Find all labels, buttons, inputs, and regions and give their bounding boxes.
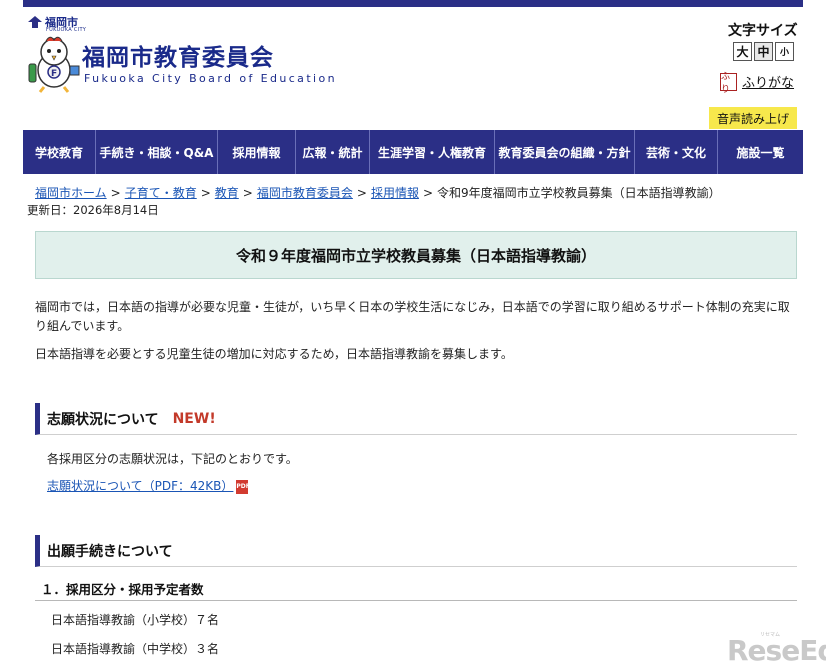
font-size-large-button[interactable]: 大 [733, 42, 752, 61]
breadcrumb-link-childcare[interactable]: 子育て・教育 [125, 186, 197, 200]
breadcrumb-link-home[interactable]: 福岡市ホーム [35, 186, 107, 200]
nav-item-pr-statistics[interactable]: 広報・統計 [296, 130, 370, 174]
furigana-icon: ふり [720, 72, 737, 95]
new-badge: NEW! [172, 410, 216, 427]
font-size-label: 文字サイズ [728, 23, 798, 39]
nav-item-procedures[interactable]: 手続き・相談・Q&A [96, 130, 218, 174]
status-description: 各採用区分の志願状況は，下記のとおりです。 [47, 452, 298, 466]
furigana-label: ふりがな [742, 76, 795, 91]
page-title: 令和９年度福岡市立学校教員募集（日本語指導教諭） [35, 231, 797, 279]
breadcrumb-separator: > [242, 186, 253, 200]
furigana-toggle[interactable]: ふり ふりがな [720, 72, 795, 95]
breadcrumb-separator: > [200, 186, 211, 200]
watermark-logo: ReseEd [727, 634, 826, 667]
section-heading-application-procedures: 出願手続きについて [35, 535, 797, 567]
breadcrumb-current: 令和9年度福岡市立学校教員募集（日本語指導教諭） [437, 186, 721, 200]
font-size-small-button[interactable]: 小 [775, 42, 794, 61]
section-heading-application-status: 志願状況について NEW! [35, 403, 797, 435]
svg-text:F: F [51, 69, 57, 79]
pdf-icon: PDF [236, 479, 250, 494]
nav-item-board-organization[interactable]: 教育委員会の組織・方針 [495, 130, 635, 174]
updated-date: 更新日：2026年8月14日 [27, 203, 159, 217]
org-subtitle: Fukuoka City Board of Education [84, 72, 337, 85]
status-pdf-link[interactable]: 志願状況について（PDF：42KB） [47, 479, 233, 493]
breadcrumb-separator: > [356, 186, 367, 200]
subheading-recruitment-category: １．採用区分・採用予定者数 [35, 577, 797, 601]
intro-paragraph-1: 福岡市では，日本語の指導が必要な児童・生徒が，いち早く日本の学校生活になじみ，日… [35, 300, 790, 333]
global-nav: 学校教育 手続き・相談・Q&A 採用情報 広報・統計 生涯学習・人権教育 教育委… [23, 130, 803, 174]
city-emblem-icon [28, 16, 42, 28]
breadcrumb-link-board[interactable]: 福岡市教育委員会 [257, 186, 353, 200]
top-accent-bar [23, 0, 803, 7]
mascot-icon: F [24, 32, 84, 94]
font-size-controls: 大 中 小 [733, 42, 794, 61]
text-to-speech-button[interactable]: 音声読み上げ [709, 107, 797, 129]
breadcrumb-separator: > [110, 186, 121, 200]
breadcrumb-link-education[interactable]: 教育 [215, 186, 239, 200]
intro-text: 福岡市では，日本語の指導が必要な児童・生徒が，いち早く日本の学校生活になじみ，日… [35, 298, 800, 373]
section-heading-text: 志願状況について [47, 411, 159, 428]
breadcrumb: 福岡市ホーム > 子育て・教育 > 教育 > 福岡市教育委員会 > 採用情報 > 令和9年度福岡市立… [35, 184, 721, 201]
site-logo[interactable]: 福岡市 FUKUOKA CITY F 福岡市教育委員会 Fukuoka City… [24, 12, 335, 94]
nav-item-lifelong-learning[interactable]: 生涯学習・人権教育 [370, 130, 495, 174]
breadcrumb-separator: > [422, 186, 434, 200]
intro-paragraph-2: 日本語指導を必要とする児童生徒の増加に対応するため，日本語指導教諭を募集します。 [35, 347, 513, 361]
nav-item-school-education[interactable]: 学校教育 [23, 130, 96, 174]
status-pdf-link-row: 志願状況について（PDF：42KB） PDF [47, 477, 250, 494]
recruitment-row-elementary: 日本語指導教諭（小学校）７名 [51, 613, 220, 627]
nav-item-facilities[interactable]: 施設一覧 [718, 130, 803, 174]
font-size-medium-button[interactable]: 中 [754, 42, 773, 61]
org-title: 福岡市教育委員会 [82, 45, 274, 71]
nav-item-arts-culture[interactable]: 芸術・文化 [635, 130, 718, 174]
breadcrumb-link-recruitment[interactable]: 採用情報 [371, 186, 419, 200]
nav-item-recruitment[interactable]: 採用情報 [218, 130, 296, 174]
recruitment-row-junior-high: 日本語指導教諭（中学校）３名 [51, 642, 220, 656]
section-heading-text: 出願手続きについて [47, 543, 173, 560]
